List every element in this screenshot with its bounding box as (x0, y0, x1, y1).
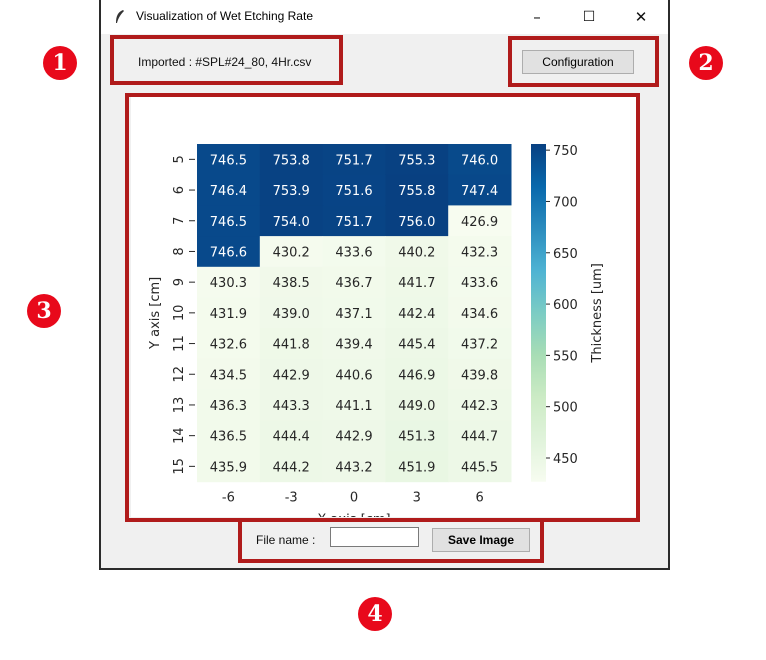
annotation-badge-2: 2 (689, 46, 723, 80)
minimize-button[interactable]: – (525, 6, 549, 28)
annotation-box-1 (110, 35, 343, 85)
annotation-box-4 (238, 518, 544, 563)
annotation-badge-1: 1 (43, 46, 77, 80)
feather-icon (116, 10, 124, 23)
annotation-badge-3: 3 (27, 294, 61, 328)
annotation-box-3 (125, 93, 640, 522)
window-title: Visualization of Wet Etching Rate (136, 9, 313, 23)
title-bar: Visualization of Wet Etching Rate – ☐ ✕ (101, 0, 668, 34)
annotation-box-2 (508, 36, 659, 87)
annotation-badge-4: 4 (358, 597, 392, 631)
maximize-button[interactable]: ☐ (577, 6, 601, 28)
close-button[interactable]: ✕ (629, 6, 653, 28)
